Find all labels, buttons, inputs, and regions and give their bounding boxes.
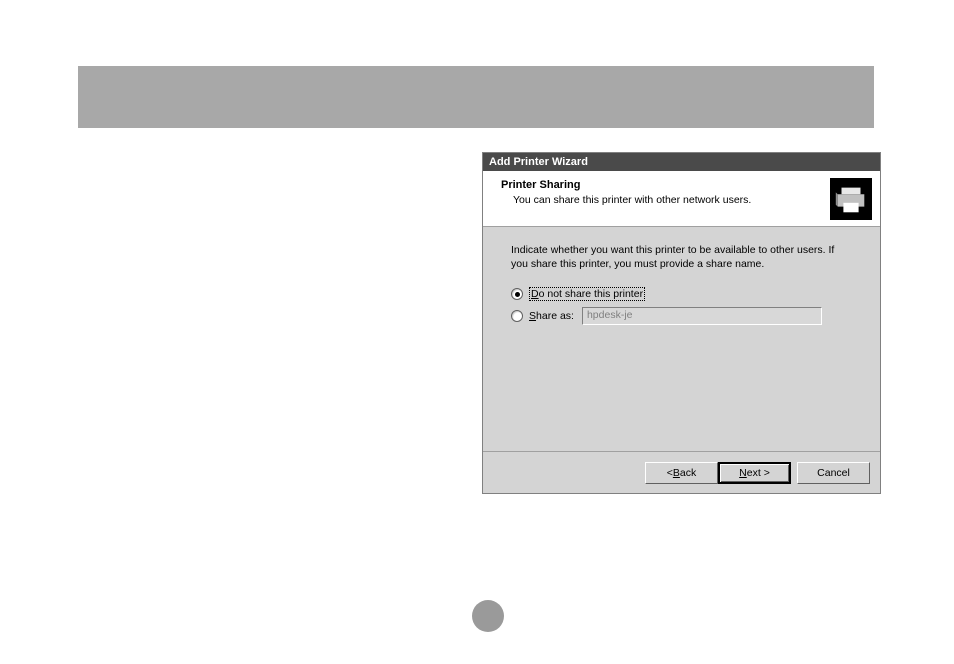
back-button[interactable]: < Back — [645, 462, 718, 484]
document-header-bar — [78, 66, 874, 128]
radio-button-selected[interactable] — [511, 288, 523, 300]
next-button[interactable]: Next > — [718, 462, 791, 484]
radio-do-not-share-label: Do not share this printer — [529, 287, 645, 301]
cancel-button[interactable]: Cancel — [797, 462, 870, 484]
radio-do-not-share[interactable]: Do not share this printer — [511, 287, 852, 301]
add-printer-wizard-dialog: Add Printer Wizard Printer Sharing You c… — [482, 152, 881, 494]
sharing-radio-group: Do not share this printer Share as: hpde… — [511, 287, 852, 325]
dialog-title-bar: Add Printer Wizard — [483, 153, 880, 171]
dialog-button-bar: < Back Next > Cancel — [483, 451, 880, 493]
printer-icon — [830, 178, 872, 220]
radio-share-as[interactable]: Share as: hpdesk-je — [511, 307, 852, 325]
radio-button-unselected[interactable] — [511, 310, 523, 322]
dialog-header-subtitle: You can share this printer with other ne… — [513, 194, 751, 206]
page-number-circle — [472, 600, 504, 632]
dialog-content: Indicate whether you want this printer t… — [483, 227, 880, 451]
radio-share-as-label: Share as: — [529, 310, 574, 322]
share-name-input[interactable]: hpdesk-je — [582, 307, 822, 325]
instruction-text: Indicate whether you want this printer t… — [511, 243, 852, 271]
dialog-header-section: Printer Sharing You can share this print… — [483, 171, 880, 227]
dialog-header-title: Printer Sharing — [501, 179, 580, 191]
